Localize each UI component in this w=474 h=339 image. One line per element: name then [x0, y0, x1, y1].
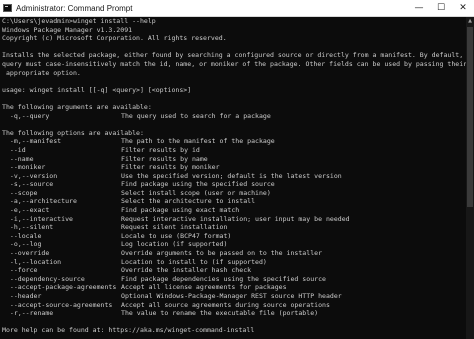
- option-row: --locale Locale to use (BCP47 format): [2, 232, 466, 241]
- option-description: Accept all license agreements for packag…: [121, 283, 287, 292]
- option-row: --override Override arguments to be passe…: [2, 249, 466, 258]
- option-name: -s,--source: [2, 180, 54, 189]
- argument-name: -q,--query: [2, 111, 50, 120]
- option-row: -l,--location Location to install to (if …: [2, 258, 466, 267]
- close-button[interactable]: ✕: [452, 0, 474, 16]
- option-row: -s,--source Find package using the specif…: [2, 180, 466, 189]
- option-description: Request interactive installation; user i…: [121, 214, 350, 223]
- option-name: -h,--silent: [2, 223, 54, 232]
- option-row: --header Optional Windows-Package-Manager…: [2, 292, 466, 301]
- option-description: Find package dependencies using the spec…: [121, 274, 326, 283]
- option-row: --name Filter results by name: [2, 155, 466, 164]
- option-description: Use the specified version; default is th…: [121, 171, 342, 180]
- option-name: --header: [2, 292, 42, 300]
- vertical-scrollbar[interactable]: ▲: [466, 17, 474, 339]
- minimize-button[interactable]: —: [408, 0, 430, 16]
- maximize-button[interactable]: ☐: [430, 0, 452, 16]
- option-name: --accept-source-agreements: [2, 300, 113, 309]
- option-description: Filter results by moniker: [121, 163, 220, 172]
- option-name: -m,--manifest: [2, 137, 62, 146]
- command-prompt-window: Administrator: Command Prompt — ☐ ✕ C:\U…: [0, 0, 474, 339]
- option-description: Optional Windows-Package-Manager REST so…: [121, 292, 342, 300]
- argument-row: -q,--query The query used to search for …: [2, 112, 466, 121]
- option-row: -r,--rename The value to rename the execu…: [2, 309, 466, 318]
- option-description: Locale to use (BCP47 format): [121, 231, 232, 240]
- title-bar[interactable]: Administrator: Command Prompt — ☐ ✕: [0, 0, 474, 17]
- option-row: --moniker Filter results by moniker: [2, 163, 466, 172]
- scroll-up-icon[interactable]: ▲: [466, 17, 474, 25]
- option-name: -i,--interactive: [2, 214, 73, 223]
- option-name: -o,--log: [2, 240, 42, 249]
- option-row: -v,--version Use the specified version; d…: [2, 172, 466, 181]
- window-controls: — ☐ ✕: [408, 0, 474, 16]
- option-description: Find package using the specified source: [121, 180, 275, 189]
- option-name: --moniker: [2, 163, 46, 172]
- option-row: --accept-source-agreements Accept all sou…: [2, 301, 466, 310]
- cmd-icon: [3, 4, 12, 12]
- console-output[interactable]: C:\Users\jevadmin>winget install --help …: [0, 17, 466, 339]
- option-name: --override: [2, 249, 50, 258]
- option-name: -l,--location: [2, 257, 62, 266]
- option-description: The path to the manifest of the package: [121, 137, 275, 146]
- option-description: Location to install to (if supported): [121, 257, 267, 266]
- option-row: --scope Select install scope (user or mac…: [2, 189, 466, 198]
- description-line: appropriate option.: [2, 68, 81, 77]
- window-title: Administrator: Command Prompt: [16, 3, 133, 13]
- option-description: Select the architecture to install: [121, 197, 256, 206]
- option-description: Request silent installation: [121, 223, 228, 232]
- scrollbar-thumb[interactable]: [467, 27, 473, 207]
- options-list: -m,--manifest The path to the manifest of…: [2, 137, 466, 317]
- option-name: -a,--architecture: [2, 197, 77, 206]
- option-row: -o,--log Log location (if supported): [2, 240, 466, 249]
- option-name: -v,--version: [2, 171, 58, 180]
- option-description: Override arguments to be passed on to th…: [121, 249, 323, 258]
- option-description: Accept all source agreements during sour…: [121, 300, 330, 309]
- option-row: -h,--silent Request silent installation: [2, 223, 466, 232]
- option-name: --force: [2, 266, 38, 275]
- copyright-line: Copyright (c) Microsoft Corporation. All…: [2, 34, 227, 43]
- option-name: -e,--exact: [2, 206, 50, 215]
- option-description: Filter results by id: [121, 145, 200, 154]
- option-description: The value to rename the executable file …: [121, 309, 319, 318]
- option-row: -i,--interactive Request interactive inst…: [2, 215, 466, 224]
- footer-line: More help can be found at: https://aka.m…: [2, 326, 255, 335]
- description-line: Installs the selected package, either fo…: [2, 51, 466, 60]
- usage-line: usage: winget install [[-q] <query>] [<o…: [2, 85, 192, 94]
- option-row: --id Filter results by id: [2, 146, 466, 155]
- option-name: -r,--rename: [2, 309, 54, 318]
- option-name: --locale: [2, 231, 42, 240]
- arguments-header: The following arguments are available:: [2, 102, 152, 111]
- option-description: Log location (if supported): [121, 240, 228, 249]
- option-description: Filter results by name: [121, 154, 208, 163]
- option-name: --id: [2, 145, 26, 154]
- version-line: Windows Package Manager v1.3.2091: [2, 25, 133, 34]
- option-name: --dependency-source: [2, 274, 85, 283]
- option-row: -m,--manifest The path to the manifest of…: [2, 137, 466, 146]
- option-name: --accept-package-agreements: [2, 283, 117, 292]
- command-line: C:\Users\jevadmin>winget install --help: [2, 17, 156, 25]
- option-name: --name: [2, 154, 34, 163]
- argument-description: The query used to search for a package: [121, 111, 271, 120]
- options-header: The following options are available:: [2, 128, 144, 137]
- option-description: Find package using exact match: [121, 206, 240, 215]
- option-description: Override the installer hash check: [121, 266, 252, 275]
- option-name: --scope: [2, 188, 38, 197]
- description-line: query must case-insensitively match the …: [2, 59, 466, 68]
- option-row: --force Override the installer hash check: [2, 266, 466, 275]
- option-row: --dependency-source Find package dependen…: [2, 275, 466, 284]
- option-row: --accept-package-agreements Accept all li…: [2, 283, 466, 292]
- option-row: -a,--architecture Select the architecture…: [2, 197, 466, 206]
- option-row: -e,--exact Find package using exact match: [2, 206, 466, 215]
- option-description: Select install scope (user or machine): [121, 188, 271, 197]
